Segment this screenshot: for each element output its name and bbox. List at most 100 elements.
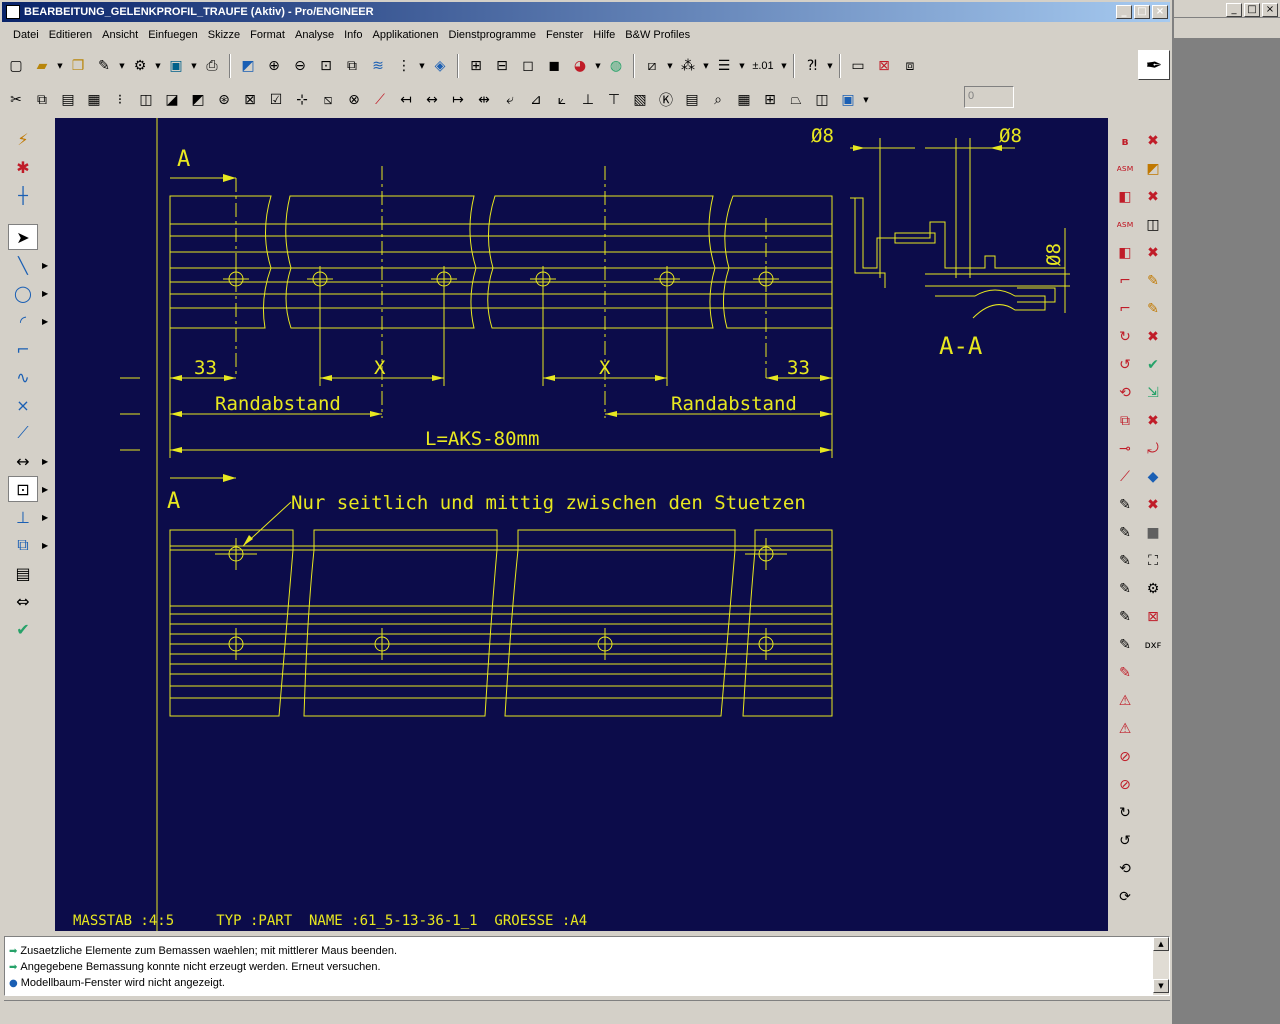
gear-icon[interactable]: ⚙: [128, 54, 152, 78]
align-icon[interactable]: ⧅: [316, 88, 340, 112]
save-dropdown-icon[interactable]: ▼: [190, 62, 198, 70]
text-style-icon[interactable]: Ⓚ: [654, 88, 678, 112]
arc-flyout-icon[interactable]: ▶: [42, 317, 48, 326]
save-icon[interactable]: ▣: [164, 54, 188, 78]
jog-icon[interactable]: ⤶: [498, 88, 522, 112]
stop-icon[interactable]: ⊘: [1112, 744, 1138, 770]
pen-tool-2-icon[interactable]: ✎: [1112, 520, 1138, 546]
dimension-flyout-icon[interactable]: ▶: [42, 457, 48, 466]
ordinate-icon[interactable]: ⊿: [524, 88, 548, 112]
profile-copy-icon[interactable]: ◫: [1140, 212, 1166, 238]
menu-einfuegen[interactable]: Einfuegen: [143, 29, 203, 41]
corner-edit-icon[interactable]: ⌐: [1112, 296, 1138, 322]
green-check-icon[interactable]: ✔: [1140, 352, 1166, 378]
zoom-in-icon[interactable]: ⊕: [262, 54, 286, 78]
detail-view-icon[interactable]: ⊛: [212, 88, 236, 112]
gear-frame-icon[interactable]: ⚙: [1140, 576, 1166, 602]
open-in-session-icon[interactable]: ❐: [66, 54, 90, 78]
model-tree-icon[interactable]: ⋮: [392, 54, 416, 78]
line-icon[interactable]: ╲: [8, 252, 38, 278]
paste-icon[interactable]: ▤: [56, 88, 80, 112]
arc-icon[interactable]: ◜: [8, 308, 38, 334]
bg-restore-button[interactable]: □: [1244, 3, 1260, 17]
blue-eraser-icon[interactable]: ◆: [1140, 464, 1166, 490]
datum-dropdown-icon[interactable]: ▼: [666, 62, 674, 70]
datum-tag-icon[interactable]: ⊤: [602, 88, 626, 112]
rotate-tool-4-icon[interactable]: ⟳: [1112, 884, 1138, 910]
context-help-icon[interactable]: ⁈: [800, 54, 824, 78]
fillet-icon[interactable]: ⌐: [8, 336, 38, 362]
aux-view-icon[interactable]: ⊠: [238, 88, 262, 112]
menu-format[interactable]: Format: [245, 29, 290, 41]
arrow-left-icon[interactable]: ↤: [394, 88, 418, 112]
bg-close-button[interactable]: ×: [1262, 3, 1278, 17]
rotate-tool-icon[interactable]: ↻: [1112, 800, 1138, 826]
corner-icon[interactable]: ⌐: [1112, 268, 1138, 294]
orient-icon[interactable]: ⧉: [340, 54, 364, 78]
menu-ansicht[interactable]: Ansicht: [97, 29, 143, 41]
tolerance-button[interactable]: ±.01: [748, 54, 778, 78]
cross-delete-icon[interactable]: ✖: [1140, 492, 1166, 518]
circle-icon[interactable]: ◯: [8, 280, 38, 306]
done-checkmark-icon[interactable]: ✔: [8, 616, 38, 642]
profile-rotate-icon[interactable]: ⟲: [1112, 380, 1138, 406]
circle-flyout-icon[interactable]: ▶: [42, 289, 48, 298]
rotate-tool-3-icon[interactable]: ⟲: [1112, 856, 1138, 882]
select-arrow-icon[interactable]: ➤: [8, 224, 38, 250]
mirror-icon[interactable]: ⇔: [8, 588, 38, 614]
use-edge-icon[interactable]: ⟋: [8, 420, 38, 446]
scroll-up-icon[interactable]: ▲: [1153, 937, 1169, 951]
tree-dropdown-icon[interactable]: ▼: [418, 62, 426, 70]
pen-tool-6-icon[interactable]: ✎: [1112, 632, 1138, 658]
dxf-export-icon[interactable]: ᴅxꜰ: [1140, 632, 1166, 658]
edit-dropdown-icon[interactable]: ▼: [862, 96, 870, 104]
pen-tool-icon[interactable]: ✎: [1112, 492, 1138, 518]
color-wheel-icon[interactable]: ◕: [568, 54, 592, 78]
tolerance-dropdown-icon[interactable]: ▼: [780, 62, 788, 70]
open-folder-icon[interactable]: ▰: [30, 54, 54, 78]
print-icon[interactable]: ⎙: [200, 54, 224, 78]
gear-dropdown-icon[interactable]: ▼: [154, 62, 162, 70]
point-icon[interactable]: ×: [8, 392, 38, 418]
rotate-delete-icon[interactable]: ✖: [1140, 324, 1166, 350]
search-icon[interactable]: ⌕: [706, 88, 730, 112]
drawing-canvas[interactable]: A A A-A Ø8 Ø8 Ø8 33 X X 33 Randabstand R…: [55, 118, 1108, 931]
box-delete-icon[interactable]: ⊠: [1140, 604, 1166, 630]
close-button[interactable]: ×: [1152, 5, 1168, 19]
hinge-rotate-icon[interactable]: ⤾: [1140, 436, 1166, 462]
menu-analyse[interactable]: Analyse: [290, 29, 339, 41]
copy-icon[interactable]: ⧉: [30, 88, 54, 112]
datum-plane-icon[interactable]: ⧄: [640, 54, 664, 78]
bg-minimize-button[interactable]: _: [1226, 3, 1242, 17]
constraint-icon[interactable]: ⊥: [8, 504, 38, 530]
table-insert-icon[interactable]: ⊞: [758, 88, 782, 112]
asm-icon[interactable]: ᴀꜱᴍ: [1112, 156, 1138, 182]
menu-bw-profiles[interactable]: B&W Profiles: [620, 29, 695, 41]
menu-editieren[interactable]: Editieren: [44, 29, 97, 41]
symbol-icon[interactable]: ◫: [810, 88, 834, 112]
constraint-flyout-icon[interactable]: ▶: [42, 513, 48, 522]
menu-info[interactable]: Info: [339, 29, 367, 41]
menu-dienstprogramme[interactable]: Dienstprogramme: [444, 29, 541, 41]
wireframe-icon[interactable]: ⊞: [464, 54, 488, 78]
edit-file-icon[interactable]: ✎: [92, 54, 116, 78]
shading-icon[interactable]: ◼: [542, 54, 566, 78]
rotate-icon[interactable]: ↻: [1112, 324, 1138, 350]
profile-delete-icon[interactable]: ✖: [1140, 184, 1166, 210]
scroll-down-icon[interactable]: ▼: [1153, 979, 1169, 993]
scale-icon[interactable]: ⟋: [368, 88, 392, 112]
profile-mirror-icon[interactable]: ⧉: [1112, 408, 1138, 434]
pen-tool-4-icon[interactable]: ✎: [1112, 576, 1138, 602]
text-flyout-icon[interactable]: ▶: [42, 541, 48, 550]
rotate-tool-2-icon[interactable]: ↺: [1112, 828, 1138, 854]
pen-tool-3-icon[interactable]: ✎: [1112, 548, 1138, 574]
asm-add-icon[interactable]: ᴀꜱᴍ: [1112, 212, 1138, 238]
green-move-icon[interactable]: ⇲: [1140, 380, 1166, 406]
decimal-places-icon[interactable]: ⁂: [676, 54, 700, 78]
bw-new-icon[interactable]: ʙ: [1112, 128, 1138, 154]
menu-hilfe[interactable]: Hilfe: [588, 29, 620, 41]
modify-flyout-icon[interactable]: ▶: [42, 485, 48, 494]
view-icon[interactable]: ◫: [134, 88, 158, 112]
globe-icon[interactable]: ◍: [604, 54, 628, 78]
dimension-icon[interactable]: ↔: [420, 88, 444, 112]
